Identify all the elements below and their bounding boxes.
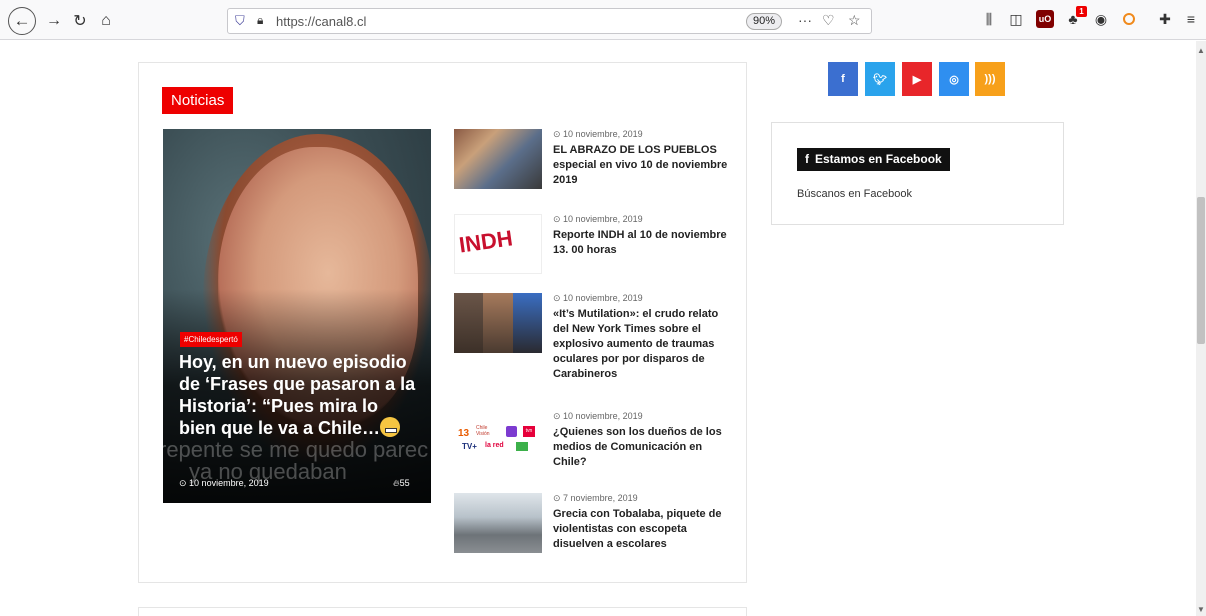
article-title[interactable]: «It’s Mutilation»: el crudo relato del N… [553, 307, 728, 382]
address-bar[interactable]: ⛉ 🔒︎ https://canal8.cl 90% ··· ♡ ☆ [227, 8, 872, 34]
featured-date: ⊙ 10 noviembre, 2019 [179, 478, 269, 488]
extension-orange-icon[interactable] [1120, 10, 1138, 28]
article-date: ⊙ 10 noviembre, 2019 [553, 129, 643, 139]
pocket-icon[interactable]: ♡ [822, 12, 835, 29]
facebook-search-link[interactable]: Búscanos en Facebook [797, 188, 912, 200]
article-date: ⊙ 7 noviembre, 2019 [553, 493, 638, 503]
section-title[interactable]: Noticias [162, 87, 234, 114]
home-icon: ⌂ [101, 12, 111, 29]
article-title[interactable]: ¿Quienes son los dueños de los medios de… [553, 425, 728, 470]
scroll-down-icon[interactable]: ▼ [1197, 605, 1205, 614]
indh-logo: INDH [457, 225, 515, 258]
channel-logo-purple [506, 426, 517, 437]
home-button[interactable]: ⌂ [94, 9, 118, 33]
lock-icon[interactable]: 🔒︎ [257, 13, 263, 28]
article-thumbnail[interactable] [454, 129, 542, 189]
article-date: ⊙ 10 noviembre, 2019 [553, 293, 643, 303]
fire-icon: 🔥︎ [393, 478, 400, 488]
page-actions-icon[interactable]: ··· [798, 12, 812, 28]
youtube-icon: ▶ [912, 73, 922, 86]
notification-badge: 1 [1076, 6, 1087, 17]
twitter-button[interactable]: 🐦︎ [865, 62, 895, 96]
instagram-icon: ◎ [949, 73, 959, 86]
bookmark-star-icon[interactable]: ☆ [848, 12, 861, 29]
featured-subtitle-watermark: repente se me quedo parec ya no quedaban [163, 437, 429, 484]
zoom-level-badge[interactable]: 90% [746, 13, 782, 30]
article-date: ⊙ 10 noviembre, 2019 [553, 214, 643, 224]
arrow-right-icon: → [46, 12, 62, 29]
ublock-origin-icon[interactable]: uO [1036, 10, 1054, 28]
reload-button[interactable]: ↻ [68, 9, 92, 33]
article-title[interactable]: EL ABRAZO DE LOS PUEBLOS especial en viv… [553, 143, 728, 188]
tracking-shield-icon[interactable]: ⛉ [235, 13, 245, 29]
portrait-1 [454, 293, 483, 353]
channel-logo-green [516, 442, 528, 451]
scrollbar-thumb[interactable] [1197, 197, 1205, 344]
vertical-scrollbar[interactable]: ▲ ▼ [1196, 41, 1206, 616]
facebook-icon: f [805, 152, 809, 166]
article-thumbnail[interactable] [454, 493, 542, 553]
channel-logo-chv: Chile Visión [476, 425, 490, 437]
featured-title[interactable]: Hoy, en un nuevo episodio de ‘Frases que… [179, 351, 419, 439]
instagram-button[interactable]: ◎ [939, 62, 969, 96]
article-thumbnail[interactable]: INDH [454, 214, 542, 274]
menu-icon[interactable]: ≡ [1182, 10, 1200, 28]
article-title[interactable]: Reporte INDH al 10 de noviembre 13. 00 h… [553, 228, 728, 258]
grimace-emoji-icon [380, 417, 401, 437]
portrait-3 [513, 293, 542, 353]
sidebar-icon[interactable]: ◫ [1007, 10, 1025, 28]
channel-logo-tvn: tvn [523, 426, 535, 437]
article-title[interactable]: Grecia con Tobalaba, piquete de violenti… [553, 507, 728, 552]
rss-icon: ))) [984, 73, 996, 85]
channel-logo-13: 13 [458, 428, 470, 439]
reload-icon: ↻ [73, 13, 87, 30]
article-thumbnail[interactable]: 13 Chile Visión tvn TV+ la red [454, 411, 542, 471]
forward-button[interactable]: → [42, 9, 66, 33]
extensions-puzzle-icon[interactable]: ✚ [1156, 10, 1174, 28]
browser-toolbar: ← → ↻ ⌂ ⛉ 🔒︎ https://canal8.cl 90% ··· ♡… [0, 0, 1206, 40]
back-button[interactable]: ← [8, 7, 36, 35]
facebook-widget-heading: f Estamos en Facebook [797, 148, 950, 171]
scroll-up-icon[interactable]: ▲ [1197, 46, 1205, 55]
category-badge[interactable]: #Chiledespertó [180, 332, 242, 347]
article-date: ⊙ 10 noviembre, 2019 [553, 411, 643, 421]
article-thumbnail[interactable] [454, 293, 542, 353]
channel-logo-lared: la red [485, 442, 504, 449]
featured-views: 🔥︎55 [393, 478, 410, 488]
account-icon[interactable]: ◉ [1092, 10, 1110, 28]
facebook-button[interactable]: f [828, 62, 858, 96]
twitter-icon: 🐦︎ [873, 73, 887, 86]
featured-article[interactable]: repente se me quedo parec ya no quedaban… [163, 129, 431, 503]
portrait-2 [483, 293, 513, 353]
youtube-button[interactable]: ▶ [902, 62, 932, 96]
library-icon[interactable]: ⫼ [980, 10, 998, 28]
facebook-widget: f Estamos en Facebook Búscanos en Faceboo… [771, 122, 1064, 225]
next-section-box [138, 607, 747, 616]
channel-logo-tvplus: TV+ [462, 442, 477, 451]
arrow-left-icon: ← [13, 11, 31, 30]
rss-button[interactable]: ))) [975, 62, 1005, 96]
facebook-icon: f [841, 73, 845, 85]
url-text[interactable]: https://canal8.cl [276, 14, 366, 29]
